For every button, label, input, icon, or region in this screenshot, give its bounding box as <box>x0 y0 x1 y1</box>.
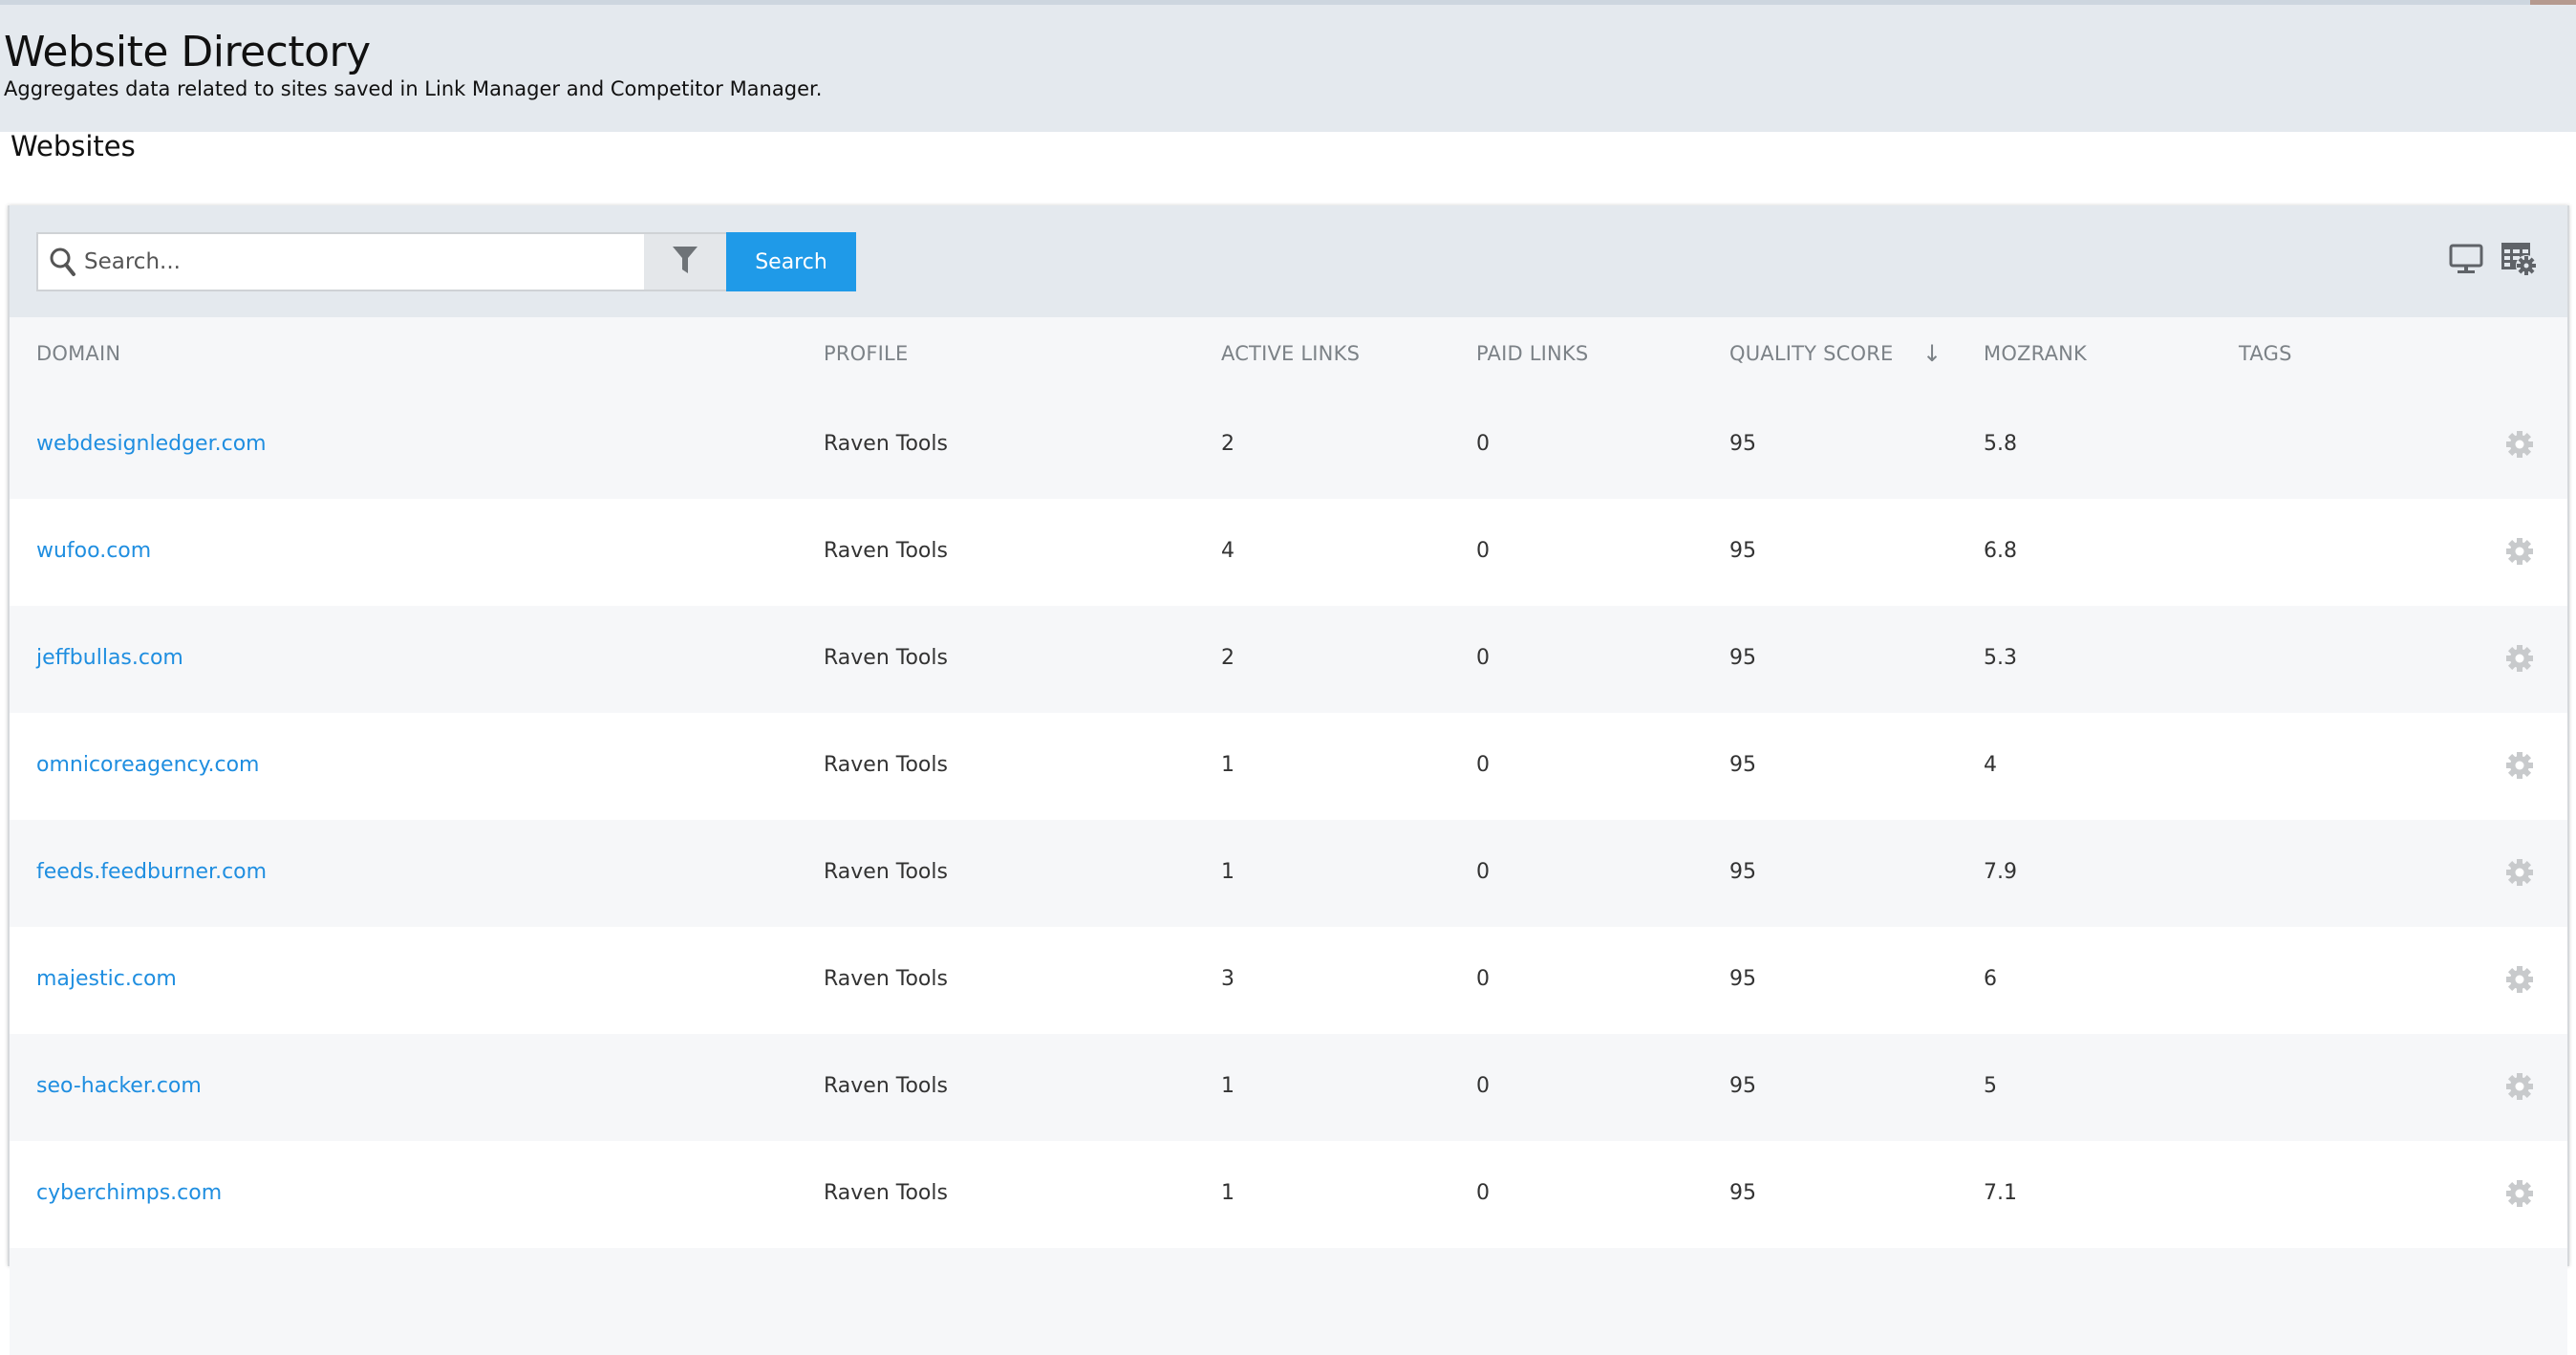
domain-link[interactable]: jeffbullas.com <box>36 646 183 670</box>
paid-links-cell: 0 <box>1476 860 1490 884</box>
quality-score-cell: 95 <box>1729 432 1756 456</box>
search-input[interactable] <box>80 234 615 290</box>
page-subtitle: Aggregates data related to sites saved i… <box>4 77 823 100</box>
paid-links-cell: 0 <box>1476 432 1490 456</box>
page-header: Website Directory Aggregates data relate… <box>0 5 2576 132</box>
search-icon <box>46 245 80 279</box>
domain-link[interactable]: webdesignledger.com <box>36 432 267 456</box>
profile-cell: Raven Tools <box>824 1181 948 1205</box>
profile-cell: Raven Tools <box>824 539 948 563</box>
active-links-cell: 1 <box>1221 860 1234 884</box>
column-header-paid-links[interactable]: PAID LINKS <box>1476 342 1588 365</box>
search-button[interactable]: Search <box>726 232 856 291</box>
profile-cell: Raven Tools <box>824 860 948 884</box>
table-row-partial <box>10 1248 2567 1355</box>
paid-links-cell: 0 <box>1476 753 1490 777</box>
mozrank-cell: 7.1 <box>1984 1181 2017 1205</box>
row-settings-gear-icon[interactable] <box>2505 858 2534 893</box>
active-links-cell: 2 <box>1221 432 1234 456</box>
domain-link[interactable]: omnicoreagency.com <box>36 753 259 777</box>
mozrank-cell: 6 <box>1984 967 1997 991</box>
table-row: feeds.feedburner.com Raven Tools 1 0 95 … <box>10 820 2567 927</box>
row-settings-gear-icon[interactable] <box>2505 965 2534 1000</box>
profile-cell: Raven Tools <box>824 967 948 991</box>
paid-links-cell: 0 <box>1476 967 1490 991</box>
row-settings-gear-icon[interactable] <box>2505 430 2534 464</box>
monitor-icon[interactable] <box>2449 244 2483 274</box>
paid-links-cell: 0 <box>1476 646 1490 670</box>
column-header-mozrank[interactable]: MOZRANK <box>1984 342 2087 365</box>
table-toolbar: Search <box>10 205 2567 317</box>
mozrank-cell: 5 <box>1984 1074 1997 1098</box>
quality-score-cell: 95 <box>1729 646 1756 670</box>
paid-links-cell: 0 <box>1476 539 1490 563</box>
table-row: seo-hacker.com Raven Tools 1 0 95 5 <box>10 1034 2567 1141</box>
active-links-cell: 1 <box>1221 1181 1234 1205</box>
active-links-cell: 1 <box>1221 1074 1234 1098</box>
profile-cell: Raven Tools <box>824 646 948 670</box>
quality-score-cell: 95 <box>1729 1074 1756 1098</box>
mozrank-cell: 4 <box>1984 753 1997 777</box>
domain-link[interactable]: wufoo.com <box>36 539 151 563</box>
column-header-quality-score[interactable]: QUALITY SCORE <box>1729 342 1893 365</box>
filter-button[interactable] <box>644 234 726 290</box>
quality-score-cell: 95 <box>1729 539 1756 563</box>
table-header-row: DOMAIN PROFILE ACTIVE LINKS PAID LINKS Q… <box>10 317 2567 392</box>
column-header-tags[interactable]: TAGS <box>2239 342 2292 365</box>
table-body: webdesignledger.com Raven Tools 2 0 95 5… <box>10 392 2567 1355</box>
paid-links-cell: 0 <box>1476 1181 1490 1205</box>
profile-cell: Raven Tools <box>824 1074 948 1098</box>
quality-score-cell: 95 <box>1729 1181 1756 1205</box>
active-links-cell: 4 <box>1221 539 1234 563</box>
quality-score-cell: 95 <box>1729 860 1756 884</box>
section-title: Websites <box>11 130 136 162</box>
quality-score-cell: 95 <box>1729 967 1756 991</box>
mozrank-cell: 6.8 <box>1984 539 2017 563</box>
row-settings-gear-icon[interactable] <box>2505 1179 2534 1214</box>
table-row: webdesignledger.com Raven Tools 2 0 95 5… <box>10 392 2567 499</box>
table-row: omnicoreagency.com Raven Tools 1 0 95 4 <box>10 713 2567 820</box>
paid-links-cell: 0 <box>1476 1074 1490 1098</box>
profile-cell: Raven Tools <box>824 432 948 456</box>
column-header-active-links[interactable]: ACTIVE LINKS <box>1221 342 1360 365</box>
domain-link[interactable]: feeds.feedburner.com <box>36 860 267 884</box>
row-settings-gear-icon[interactable] <box>2505 1072 2534 1107</box>
row-settings-gear-icon[interactable] <box>2505 644 2534 678</box>
mozrank-cell: 7.9 <box>1984 860 2017 884</box>
table-row: wufoo.com Raven Tools 4 0 95 6.8 <box>10 499 2567 606</box>
column-header-domain[interactable]: DOMAIN <box>36 342 120 365</box>
active-links-cell: 3 <box>1221 967 1234 991</box>
filter-icon <box>672 245 698 279</box>
domain-link[interactable]: cyberchimps.com <box>36 1181 222 1205</box>
page-title: Website Directory <box>4 28 371 76</box>
table-row: jeffbullas.com Raven Tools 2 0 95 5.3 <box>10 606 2567 713</box>
websites-table: DOMAIN PROFILE ACTIVE LINKS PAID LINKS Q… <box>10 317 2567 1355</box>
active-links-cell: 1 <box>1221 753 1234 777</box>
row-settings-gear-icon[interactable] <box>2505 537 2534 571</box>
active-links-cell: 2 <box>1221 646 1234 670</box>
domain-link[interactable]: seo-hacker.com <box>36 1074 202 1098</box>
row-settings-gear-icon[interactable] <box>2505 751 2534 785</box>
table-row: cyberchimps.com Raven Tools 1 0 95 7.1 <box>10 1141 2567 1248</box>
table-row: majestic.com Raven Tools 3 0 95 6 <box>10 927 2567 1034</box>
profile-cell: Raven Tools <box>824 753 948 777</box>
websites-card: Search... Search DOMAIN PROFILE ACTIVE L… <box>8 205 2569 1355</box>
view-icons <box>2449 242 2537 276</box>
mozrank-cell: 5.3 <box>1984 646 2017 670</box>
quality-score-cell: 95 <box>1729 753 1756 777</box>
table-settings-icon[interactable] <box>2501 242 2537 276</box>
column-header-profile[interactable]: PROFILE <box>824 342 908 365</box>
search-box <box>36 232 726 291</box>
domain-link[interactable]: majestic.com <box>36 967 177 991</box>
sort-descending-icon[interactable]: ↓ <box>1922 340 1942 367</box>
mozrank-cell: 5.8 <box>1984 432 2017 456</box>
